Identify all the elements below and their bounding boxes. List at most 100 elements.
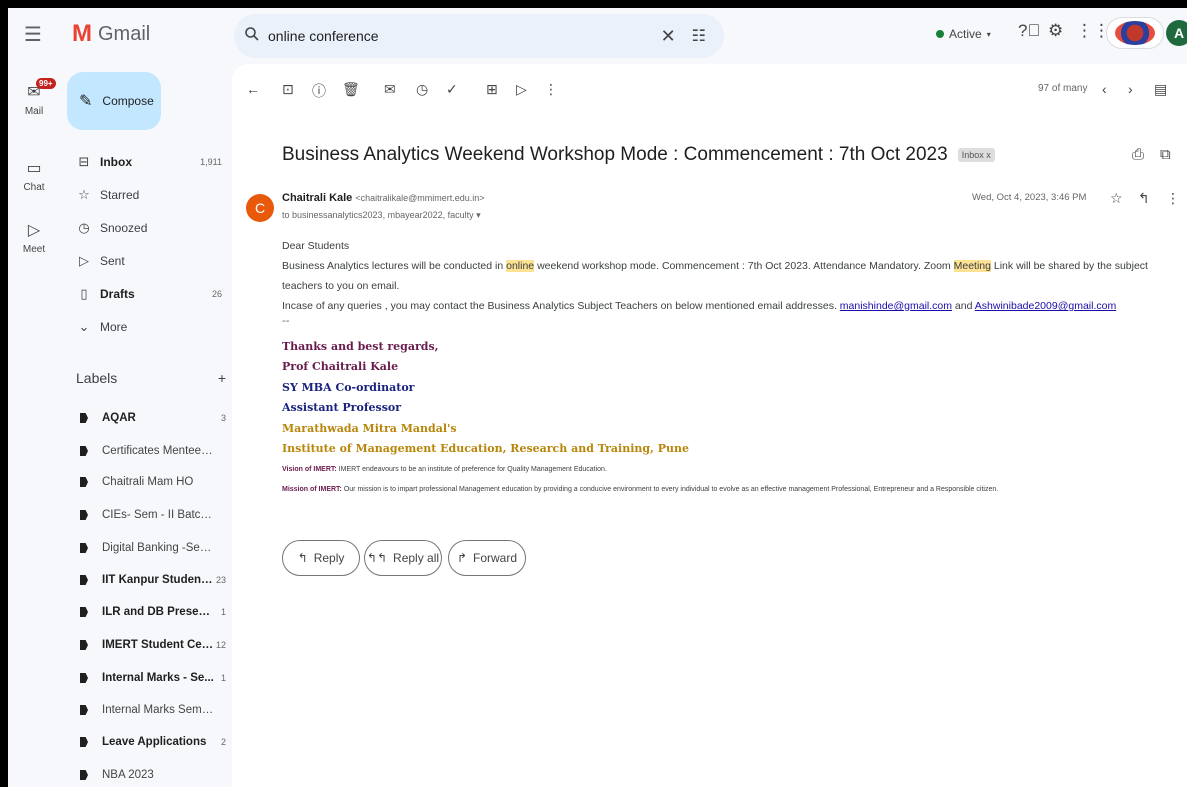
label-item[interactable]: Digital Banking -Sem-II-...	[74, 535, 230, 561]
keyboard-input-icon[interactable]: ▤	[1154, 81, 1167, 98]
nav-item-starred[interactable]: ☆ Starred	[68, 181, 230, 209]
label-item[interactable]: NBA 2023	[74, 762, 230, 787]
delete-icon[interactable]: 🗑︎	[342, 81, 360, 98]
reply-icon: ↰	[297, 551, 308, 565]
rail-mail[interactable]: ✉ 99+ Mail	[8, 78, 60, 117]
star-icon[interactable]: ☆	[1110, 190, 1123, 207]
label-item[interactable]: ILR and DB Present... 1	[74, 599, 230, 625]
back-arrow-icon[interactable]: ←	[246, 81, 260, 97]
main-menu-icon[interactable]: ☰	[24, 22, 42, 47]
label-icon	[80, 673, 88, 683]
label-item[interactable]: Internal Marks Sem-I Bat...	[74, 697, 230, 723]
reply-button[interactable]: ↰ Reply	[282, 540, 360, 576]
labels-header: Labels +	[76, 370, 226, 386]
chevron-down-icon: ⌄	[78, 319, 90, 334]
body-text: Incase of any queries , you may contact …	[282, 300, 840, 312]
label-icon	[80, 640, 88, 650]
snooze-icon[interactable]: ◷	[416, 81, 428, 98]
older-chevron-icon[interactable]: ›	[1128, 81, 1133, 97]
recipients-line[interactable]: to businessanalytics2023, mbayear2022, f…	[282, 210, 481, 221]
add-label-icon[interactable]: +	[218, 370, 226, 386]
label-icon	[80, 770, 88, 780]
label-item[interactable]: Leave Applications 2	[74, 729, 230, 755]
search-highlight: Meeting	[953, 260, 991, 272]
label-item[interactable]: Chaitrali Mam HO	[74, 469, 230, 495]
organization-badge[interactable]	[1106, 17, 1164, 49]
nav-item-inbox[interactable]: ⊟ Inbox 1,911	[68, 148, 230, 176]
compose-label: Compose	[102, 94, 154, 108]
label-name: Certificates Mentees 20...	[102, 445, 214, 457]
message-body: Dear Students Business Analytics lecture…	[282, 236, 1162, 316]
label-item[interactable]: AQAR 3	[74, 405, 230, 431]
compose-button[interactable]: ✎ Compose	[67, 72, 161, 130]
body-text: Business Analytics lectures will be cond…	[282, 260, 507, 272]
label-name: Leave Applications	[102, 736, 207, 748]
signature-separator: --	[282, 314, 290, 327]
sender-name[interactable]: Chaitrali Kale	[282, 192, 352, 204]
label-item[interactable]: Certificates Mentees 20...	[74, 438, 230, 464]
open-in-new-window-icon[interactable]: ⧉	[1160, 146, 1171, 163]
recipients-dropdown-icon[interactable]: ▾	[476, 210, 481, 220]
reply-icon[interactable]: ↰	[1138, 190, 1150, 207]
nav-item-label: Starred	[100, 188, 140, 202]
label-count: 12	[215, 640, 226, 650]
nav-item-snoozed[interactable]: ◷ Snoozed	[68, 214, 230, 242]
help-icon[interactable]: ?⃝	[1018, 21, 1040, 41]
label-item[interactable]: Internal Marks - Se... 1	[74, 665, 230, 691]
label-count: 2	[220, 737, 226, 747]
archive-icon[interactable]: ⊡	[282, 81, 294, 98]
reply-all-button[interactable]: ↰↰ Reply all	[364, 540, 442, 576]
label-item[interactable]: IIT Kanpur Student... 23	[74, 567, 230, 593]
nav-item-more[interactable]: ⌄ More	[68, 313, 230, 341]
search-input[interactable]: online conference	[268, 28, 661, 44]
signature-org-2: Institute of Management Education, Resea…	[282, 442, 689, 455]
nav-item-drafts[interactable]: ▯ Drafts 26	[68, 280, 230, 308]
mission-text: Our mission is to impart professional Ma…	[341, 486, 999, 493]
status-dot-icon	[936, 30, 944, 38]
label-item[interactable]: IMERT Student Cer... 12	[74, 632, 230, 658]
rail-meet[interactable]: ▷ Meet	[8, 220, 60, 255]
forward-button[interactable]: ↱ Forward	[448, 540, 526, 576]
sender-avatar[interactable]: C	[246, 194, 274, 222]
label-name: Digital Banking -Sem-II-...	[102, 542, 214, 554]
inbox-label-chip[interactable]: Inbox x	[957, 148, 995, 162]
move-to-icon[interactable]: ⊞	[486, 81, 498, 98]
label-icon	[80, 543, 88, 553]
mission-label: Mission of IMERT:	[282, 486, 342, 493]
account-avatar[interactable]: A	[1166, 20, 1187, 46]
search-bar[interactable]: online conference ✕ ☷	[234, 14, 724, 58]
label-item[interactable]: CIEs- Sem - II Batch 202...	[74, 502, 230, 528]
reply-all-label: Reply all	[393, 551, 440, 565]
add-task-icon[interactable]: ✓	[446, 81, 458, 98]
label-icon[interactable]: ▷	[516, 81, 527, 98]
label-name: Internal Marks - Se...	[102, 672, 214, 684]
label-name: AQAR	[102, 412, 136, 424]
rail-chat[interactable]: ▭ Chat	[8, 158, 60, 193]
report-spam-icon[interactable]: ⓘ	[312, 81, 326, 101]
email-link[interactable]: Ashwinibade2009@gmail.com	[975, 300, 1116, 312]
settings-icon[interactable]: ⚙	[1048, 21, 1063, 41]
signature-role-2: Assistant Professor	[282, 401, 402, 414]
reply-all-icon: ↰↰	[366, 551, 388, 565]
status-dropdown[interactable]: Active ▾	[928, 22, 999, 46]
vision-label: Vision of IMERT:	[282, 466, 337, 473]
sender-email: <chaitralikale@mmimert.edu.in>	[355, 193, 485, 203]
search-icon[interactable]	[244, 26, 260, 47]
print-icon[interactable]: ⎙	[1132, 146, 1144, 163]
search-options-icon[interactable]: ☷	[692, 26, 706, 46]
label-name: Chaitrali Mam HO	[102, 476, 194, 488]
newer-chevron-icon[interactable]: ‹	[1102, 81, 1107, 97]
clear-search-icon[interactable]: ✕	[661, 26, 676, 47]
mark-unread-icon[interactable]: ✉	[384, 81, 396, 98]
chat-icon: ▭	[26, 160, 42, 177]
clock-icon: ◷	[78, 220, 90, 235]
label-name: Internal Marks Sem-I Bat...	[102, 704, 214, 716]
signature-org-1: Marathwada Mitra Mandal's	[282, 422, 457, 435]
gmail-logo-icon: M	[72, 20, 92, 47]
more-options-icon[interactable]: ⋮	[544, 81, 558, 98]
nav-item-sent[interactable]: ▷ Sent	[68, 247, 230, 275]
gmail-window: ☰ M Gmail online conference ✕ ☷ Active ▾…	[8, 8, 1187, 787]
email-link[interactable]: manishinde@gmail.com	[840, 300, 952, 312]
gmail-logo[interactable]: M Gmail	[72, 20, 150, 48]
more-options-icon[interactable]: ⋮	[1166, 190, 1180, 207]
